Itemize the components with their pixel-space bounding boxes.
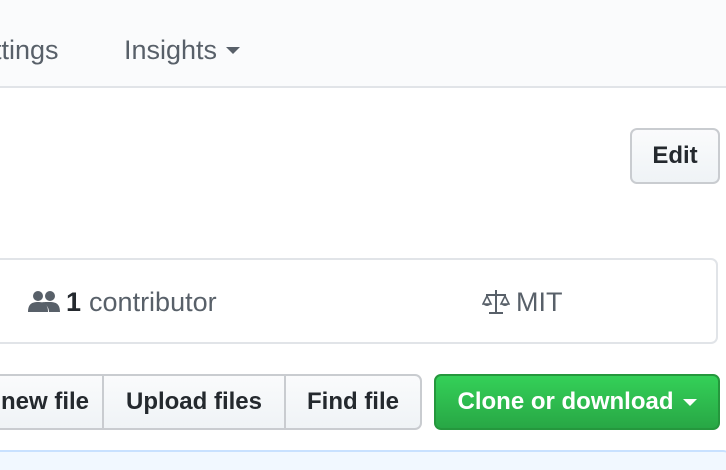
tab-insights-label: Insights <box>124 35 218 65</box>
commit-tease-bar <box>0 450 726 470</box>
contributors-link[interactable]: 1 contributor <box>28 284 217 320</box>
license-link[interactable]: MIT <box>482 284 563 320</box>
edit-button[interactable]: Edit <box>630 128 720 184</box>
edit-button-label: Edit <box>652 142 698 169</box>
clone-button-label: Clone or download <box>457 388 674 415</box>
license-label: MIT <box>516 287 563 317</box>
contributors-label: contributor <box>89 287 217 317</box>
repo-summary: 1 contributor MIT <box>0 258 718 344</box>
find-file-button[interactable]: Find file <box>284 374 422 430</box>
tab-settings-label: ttings <box>0 35 59 65</box>
clone-or-download-button[interactable]: Clone or download <box>434 374 720 430</box>
upload-files-label: Upload files <box>125 388 263 415</box>
contributors-count: 1 <box>66 287 82 317</box>
create-new-file-label: new file <box>0 388 90 415</box>
law-icon <box>482 290 510 314</box>
find-file-label: Find file <box>307 388 399 415</box>
file-actions: new file Upload files Find file <box>0 374 422 430</box>
caret-down-icon <box>682 398 697 406</box>
upload-files-button[interactable]: Upload files <box>102 374 286 430</box>
repo-nav: ttings Insights <box>0 0 726 88</box>
people-icon <box>28 291 60 312</box>
tab-insights[interactable]: Insights <box>124 30 241 70</box>
tab-settings[interactable]: ttings <box>0 30 59 70</box>
caret-down-icon <box>226 46 241 54</box>
create-new-file-button[interactable]: new file <box>0 374 104 430</box>
